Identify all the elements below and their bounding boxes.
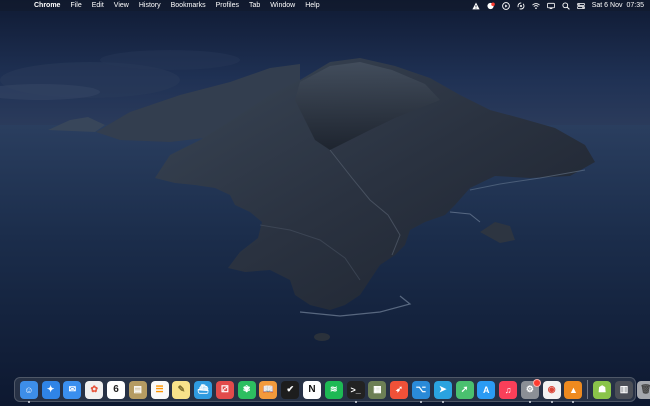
running-indicator <box>419 400 422 403</box>
notification-badge-icon[interactable] <box>487 1 495 10</box>
sync-icon[interactable] <box>517 2 525 10</box>
finder-icon[interactable]: ☺ <box>19 380 38 403</box>
play-circle-icon[interactable] <box>501 1 510 10</box>
running-indicator <box>528 400 531 403</box>
app-store-glyph: A <box>483 384 490 395</box>
notes-glyph: ✎ <box>177 384 186 394</box>
trash-glyph: 🗑 <box>640 384 650 394</box>
photos-glyph: ✿ <box>90 384 98 394</box>
menubar-date[interactable]: Sat 6 Nov <box>592 0 623 11</box>
desktop: Chrome File Edit View History Bookmarks … <box>0 0 650 406</box>
dice-game-icon[interactable]: ⚂ <box>215 380 234 399</box>
vscode-icon[interactable]: ⌥ <box>411 380 430 403</box>
control-center-icon[interactable] <box>576 2 585 10</box>
swift-glyph: ➶ <box>395 384 403 394</box>
dock-right-items: ☗ ▥ 🗑 <box>591 380 650 399</box>
dice-game-glyph: ⚂ <box>221 384 229 394</box>
spotify-icon[interactable]: ≋ <box>324 380 343 399</box>
reminders-icon[interactable]: ☰ <box>150 380 169 399</box>
grid-app-icon[interactable]: ▦ <box>368 380 387 399</box>
send-app-icon[interactable]: ➚ <box>455 380 474 399</box>
terminal-glyph: >_ <box>350 384 361 395</box>
wifi-icon[interactable] <box>531 2 540 10</box>
folder-app-icon[interactable]: ▤ <box>128 380 147 399</box>
music-icon[interactable]: ♫ <box>499 380 518 399</box>
trash-icon[interactable]: 🗑 <box>636 380 650 399</box>
running-indicator <box>550 400 553 403</box>
swift-icon[interactable]: ➶ <box>390 380 409 399</box>
android-icon[interactable]: ☗ <box>593 380 612 399</box>
calendar-icon[interactable]: 6 <box>107 380 126 399</box>
search-icon[interactable] <box>562 1 570 10</box>
menu-help[interactable]: Help <box>300 0 324 11</box>
mail-glyph: ✉ <box>68 384 77 394</box>
dock-apps: ☺ ✦ ✉ ✿ 6 ▤ ☰ ✎ ⛴ ⚂ ✾ 📖 ✔ N ≋ >_ ▦ ➶ ⌥ ➤ ➚ A ♫ ⚙ ◉ ▲ <box>18 378 584 403</box>
vscode-glyph: ⌥ <box>415 384 427 394</box>
menu-window[interactable]: Window <box>265 0 300 11</box>
books-glyph: 📖 <box>262 384 275 394</box>
photos-icon[interactable]: ✿ <box>85 380 104 399</box>
menu-view[interactable]: View <box>109 0 134 11</box>
screen-mirror-icon[interactable] <box>546 2 555 10</box>
app-menu-chrome[interactable]: Chrome <box>32 0 65 11</box>
vlc-glyph: ▲ <box>568 384 578 395</box>
telegram-icon[interactable]: ➤ <box>433 380 452 403</box>
menu-tab[interactable]: Tab <box>244 0 265 11</box>
books-icon[interactable]: 📖 <box>259 380 278 399</box>
todo-app-glyph: ✔ <box>286 384 295 394</box>
notion-icon[interactable]: N <box>303 380 322 399</box>
menubar-clock[interactable]: 07:35 <box>626 0 644 11</box>
todo-app-icon[interactable]: ✔ <box>281 380 300 399</box>
menu-edit[interactable]: Edit <box>87 0 109 11</box>
notification-badge <box>532 378 541 387</box>
docker-glyph: ⛴ <box>197 384 209 394</box>
telegram-glyph: ➤ <box>438 384 447 394</box>
menu-history[interactable]: History <box>134 0 166 11</box>
system-preferences-glyph: ⚙ <box>525 384 534 394</box>
finder-glyph: ☺ <box>24 384 34 395</box>
running-indicator <box>27 400 30 403</box>
downloads-stack-icon[interactable]: ▥ <box>614 380 633 399</box>
menu-bar: Chrome File Edit View History Bookmarks … <box>0 0 650 11</box>
downloads-stack-glyph: ▥ <box>619 384 629 394</box>
spotify-glyph: ≋ <box>330 384 338 394</box>
send-app-glyph: ➚ <box>460 384 469 394</box>
music-glyph: ♫ <box>504 384 512 395</box>
warning-triangle-icon[interactable] <box>472 2 480 10</box>
app-store-icon[interactable]: A <box>477 380 496 399</box>
safari-glyph: ✦ <box>46 384 55 394</box>
running-indicator <box>441 400 444 403</box>
dock: ☺ ✦ ✉ ✿ 6 ▤ ☰ ✎ ⛴ ⚂ ✾ 📖 ✔ N ≋ >_ ▦ ➶ ⌥ ➤ ➚ A ♫ ⚙ ◉ ▲ ☗ ▥ 🗑 <box>14 377 650 403</box>
menu-file[interactable]: File <box>65 0 86 11</box>
reminders-glyph: ☰ <box>155 384 164 394</box>
vlc-icon[interactable]: ▲ <box>564 380 583 403</box>
menu-bookmarks[interactable]: Bookmarks <box>166 0 211 11</box>
evernote-icon[interactable]: ✾ <box>237 380 256 399</box>
mail-icon[interactable]: ✉ <box>63 380 82 399</box>
running-indicator <box>354 400 357 403</box>
android-glyph: ☗ <box>598 384 607 394</box>
catalina-wallpaper <box>0 0 650 406</box>
calendar-glyph: 6 <box>113 384 119 395</box>
grid-app-glyph: ▦ <box>373 384 382 394</box>
menu-profiles[interactable]: Profiles <box>211 0 244 11</box>
dock-separator <box>587 380 589 399</box>
notion-glyph: N <box>308 384 316 395</box>
terminal-icon[interactable]: >_ <box>346 380 365 403</box>
docker-icon[interactable]: ⛴ <box>194 380 213 399</box>
chrome-glyph: ◉ <box>547 384 556 394</box>
evernote-glyph: ✾ <box>242 384 251 394</box>
folder-app-glyph: ▤ <box>133 384 143 394</box>
system-preferences-icon[interactable]: ⚙ <box>520 378 541 403</box>
safari-icon[interactable]: ✦ <box>41 380 60 399</box>
notes-icon[interactable]: ✎ <box>172 380 191 399</box>
chrome-icon[interactable]: ◉ <box>542 380 561 403</box>
